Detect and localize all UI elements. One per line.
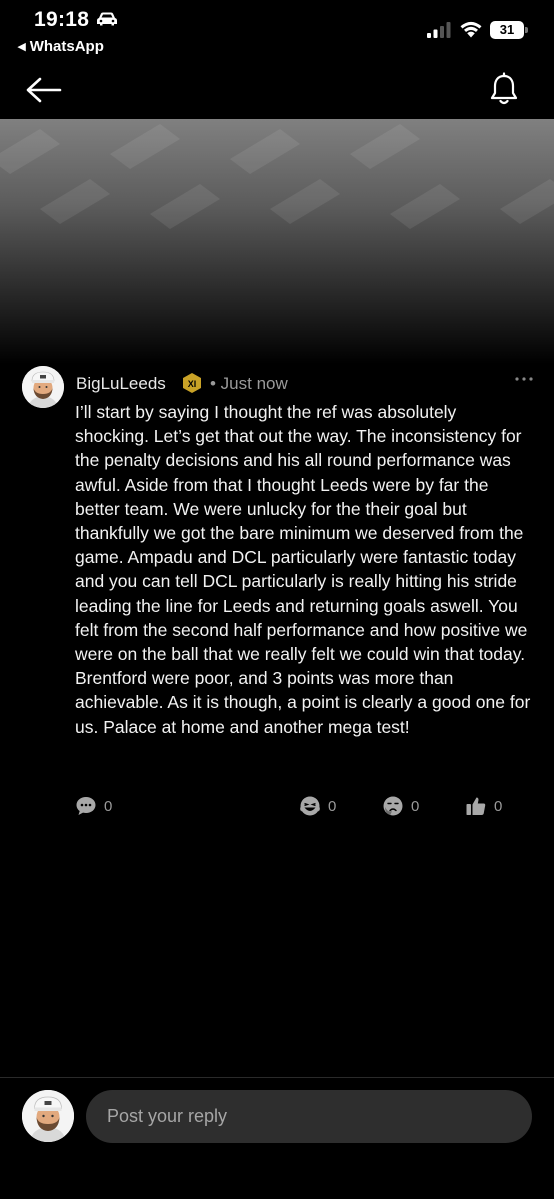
status-bar: 19:18 ◂ WhatsApp 31 <box>0 0 554 60</box>
xi-badge-icon: XI <box>183 373 201 393</box>
post-banner <box>0 119 554 364</box>
battery-icon: 31 <box>490 21 528 39</box>
comments-count: 0 <box>104 797 113 815</box>
unamused-reaction-button[interactable]: 0 <box>382 794 419 818</box>
car-icon <box>97 12 117 26</box>
laugh-count: 0 <box>328 797 337 815</box>
author-avatar-illustration <box>22 366 64 408</box>
thumbs-up-icon <box>466 797 486 815</box>
post-body: I’ll start by saying I thought the ref w… <box>75 402 531 737</box>
xi-badge-label: XI <box>188 379 197 389</box>
author-avatar[interactable] <box>22 366 64 408</box>
post-timestamp: • Just now <box>210 374 288 393</box>
status-time: 19:18 <box>34 8 90 31</box>
my-avatar-illustration <box>22 1090 74 1142</box>
author-username[interactable]: BigLuLeeds <box>76 374 166 394</box>
reply-input[interactable] <box>86 1090 532 1143</box>
unamused-emoji-icon <box>383 796 403 816</box>
thumbs-up-count: 0 <box>494 797 503 815</box>
laugh-reaction-button[interactable]: 0 <box>299 794 336 818</box>
my-avatar[interactable] <box>22 1090 74 1142</box>
back-arrow-icon[interactable] <box>24 74 62 106</box>
reaction-bar: 0 0 0 0 <box>0 794 554 818</box>
wifi-icon <box>460 21 482 38</box>
back-to-app-link[interactable]: ◂ WhatsApp <box>18 37 104 55</box>
comment-icon <box>76 797 96 815</box>
comments-button[interactable]: 0 <box>75 794 112 818</box>
thumbs-up-reaction-button[interactable]: 0 <box>465 794 502 818</box>
more-options-icon[interactable] <box>514 374 534 384</box>
bell-icon[interactable] <box>488 72 520 106</box>
laugh-emoji-icon <box>300 796 320 816</box>
reply-bar <box>0 1077 554 1199</box>
banner-pattern <box>0 124 554 229</box>
unamused-count: 0 <box>411 797 420 815</box>
signal-icon <box>427 22 451 38</box>
